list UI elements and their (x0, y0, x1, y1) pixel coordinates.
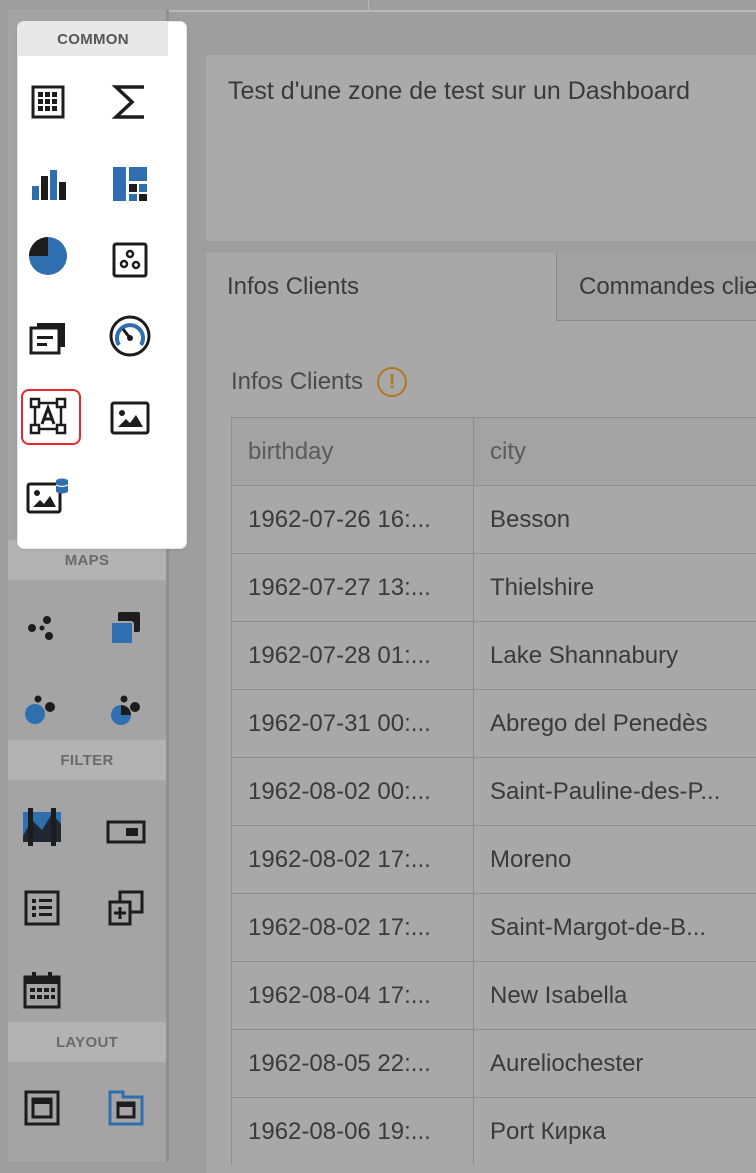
text-box-item[interactable]: Test d'une zone de test sur un Dashboard (206, 55, 756, 241)
table-row[interactable]: 1962-07-28 01:... Lake Shannabury (232, 621, 756, 689)
tab-container-icon[interactable] (102, 1084, 150, 1132)
grid-header-row: birthday city (232, 417, 756, 485)
section-header-filter: FILTER (8, 740, 166, 780)
cell-birthday: 1962-07-31 00:... (232, 690, 474, 757)
section-header-layout: LAYOUT (8, 1022, 166, 1062)
table-row[interactable]: 1962-08-02 17:... Saint-Margot-de-B... (232, 893, 756, 961)
tab-container-item: Infos Clients Commandes clients Infos Cl… (206, 253, 756, 1173)
table-row[interactable]: 1962-07-26 16:... Besson (232, 485, 756, 553)
table-row[interactable]: 1962-07-27 13:... Thielshire (232, 553, 756, 621)
tree-view-icon[interactable] (102, 884, 150, 932)
pie-map-icon[interactable] (102, 686, 150, 734)
grid-title: Infos Clients (231, 368, 364, 395)
choropleth-map-icon[interactable] (102, 604, 150, 652)
cell-birthday: 1962-08-02 00:... (232, 758, 474, 825)
table-row[interactable]: 1962-08-04 17:... New Isabella (232, 961, 756, 1029)
cell-birthday: 1962-08-02 17:... (232, 894, 474, 961)
cell-birthday: 1962-08-04 17:... (232, 962, 474, 1029)
selected-item-highlight (21, 389, 81, 445)
cell-city: Aureliochester (490, 1049, 644, 1077)
warning-icon[interactable]: ! (377, 367, 408, 397)
cell-city: Besson (490, 505, 571, 533)
tab-commandes-clients[interactable]: Commandes clients (556, 253, 756, 321)
cell-city: Abrego del Penedès (490, 709, 708, 737)
bound-image-icon[interactable] (24, 472, 72, 520)
table-row[interactable]: 1962-08-06 19:... Port Кирка (232, 1097, 756, 1165)
card-sum-icon[interactable] (106, 78, 154, 126)
pie-chart-icon[interactable] (24, 232, 72, 280)
cell-city: Port Кирка (490, 1117, 606, 1145)
column-header-birthday[interactable]: birthday (232, 418, 474, 485)
common-items-panel: COMMON (18, 22, 186, 548)
column-header-city[interactable]: city (474, 418, 756, 485)
combo-box-icon[interactable] (102, 808, 150, 856)
date-filter-icon[interactable] (18, 966, 66, 1014)
text-box-content: Test d'une zone de test sur un Dashboard (228, 77, 691, 105)
dashboard-top-divider (368, 0, 369, 12)
tab-infos-clients[interactable]: Infos Clients (206, 253, 556, 321)
table-row[interactable]: 1962-08-02 17:... Moreno (232, 825, 756, 893)
list-box-icon[interactable] (18, 884, 66, 932)
table-row[interactable]: 1962-08-05 22:... Aureliochester (232, 1029, 756, 1097)
cell-city: New Isabella (490, 981, 628, 1009)
group-icon[interactable] (18, 1084, 66, 1132)
bubble-map-icon[interactable] (18, 686, 66, 734)
grid-icon[interactable] (24, 78, 72, 126)
cell-birthday: 1962-08-06 19:... (232, 1098, 474, 1165)
cell-birthday: 1962-08-05 22:... (232, 1030, 474, 1097)
table-row[interactable]: 1962-08-02 00:... Saint-Pauline-des-P... (232, 757, 756, 825)
text-box-icon[interactable] (21, 389, 81, 445)
image-icon[interactable] (106, 394, 154, 442)
range-filter-icon[interactable] (18, 802, 66, 850)
gauge-icon[interactable] (106, 312, 154, 360)
grid-caption: Infos Clients ! (231, 367, 408, 397)
cell-birthday: 1962-07-27 13:... (232, 554, 474, 621)
cell-city: Saint-Pauline-des-P... (490, 777, 721, 805)
cell-city: Lake Shannabury (490, 641, 679, 669)
section-header-common: COMMON (18, 22, 168, 56)
cell-city: Thielshire (490, 573, 595, 601)
cell-city: Saint-Margot-de-B... (490, 913, 707, 941)
treemap-icon[interactable] (106, 160, 154, 208)
bar-chart-icon[interactable] (24, 160, 72, 208)
cell-birthday: 1962-07-28 01:... (232, 622, 474, 689)
data-grid: birthday city 1962-07-26 16:... Besson 1… (231, 417, 756, 1165)
dashboard-top-border (169, 10, 756, 12)
scatter-icon[interactable] (106, 236, 154, 284)
cell-birthday: 1962-07-26 16:... (232, 486, 474, 553)
cell-birthday: 1962-08-02 17:... (232, 826, 474, 893)
cell-city: Moreno (490, 845, 572, 873)
cards-icon[interactable] (24, 314, 72, 362)
geo-point-map-icon[interactable] (18, 604, 66, 652)
table-row[interactable]: 1962-07-31 00:... Abrego del Penedès (232, 689, 756, 757)
